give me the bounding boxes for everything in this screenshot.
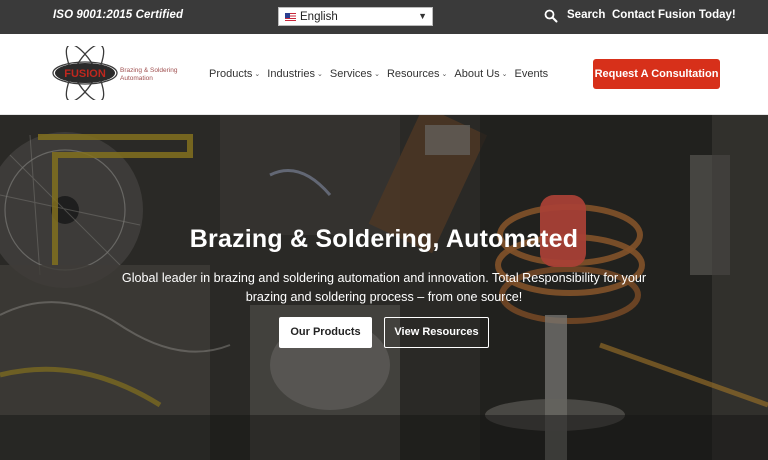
chevron-down-icon: ⌄ (501, 71, 508, 78)
search-icon[interactable] (544, 9, 558, 23)
iso-certification-text: ISO 9001:2015 Certified (53, 9, 184, 21)
contact-link[interactable]: Contact Fusion Today! (612, 9, 736, 21)
hero-subtitle: Global leader in brazing and soldering a… (121, 271, 647, 304)
request-consultation-button[interactable]: Request A Consultation (593, 59, 720, 89)
nav-item-label: Events (514, 68, 549, 80)
nav-item-about-us[interactable]: About Us ⌄ (454, 68, 507, 80)
top-bar: ISO 9001:2015 Certified English ▼ Search… (0, 0, 768, 34)
language-select-value: English (300, 11, 338, 23)
chevron-down-icon: ⌄ (441, 71, 448, 78)
view-resources-button[interactable]: View Resources (384, 317, 489, 348)
nav-item-label: Products (209, 68, 253, 80)
chevron-down-icon: ⌄ (317, 71, 323, 78)
us-flag-icon (285, 13, 296, 21)
main-navigation: Products ⌄ Industries ⌄ Services ⌄ Resource… (209, 68, 555, 80)
hero-section: Brazing & Soldering, Automated Global le… (0, 115, 768, 460)
site-header: FUSION Brazing & Soldering Automation Pr… (0, 34, 768, 115)
nav-item-label: Industries (267, 68, 315, 80)
search-link[interactable]: Search (567, 9, 605, 21)
chevron-down-icon: ⌄ (254, 71, 261, 78)
nav-item-resources[interactable]: Resources ⌄ (387, 68, 447, 80)
nav-item-industries[interactable]: Industries ⌄ (267, 68, 323, 80)
chevron-down-icon: ⌄ (374, 71, 380, 78)
nav-item-label: About Us (454, 68, 500, 80)
nav-item-events[interactable]: Events (515, 68, 549, 80)
our-products-button[interactable]: Our Products (279, 317, 372, 348)
nav-item-label: Services (329, 68, 373, 80)
hero-title: Brazing & Soldering, Automated (189, 225, 579, 253)
nav-item-services[interactable]: Services ⌄ (330, 68, 380, 80)
language-select[interactable]: English ▼ (278, 7, 433, 26)
caret-down-icon: ▼ (418, 11, 427, 21)
nav-item-products[interactable]: Products ⌄ (209, 68, 260, 80)
nav-item-label: Resources (386, 68, 440, 80)
fusion-logo[interactable]: FUSION (50, 46, 120, 100)
logo-wordmark: FUSION (64, 68, 106, 80)
logo-tagline: Brazing & Soldering Automation (120, 67, 178, 82)
